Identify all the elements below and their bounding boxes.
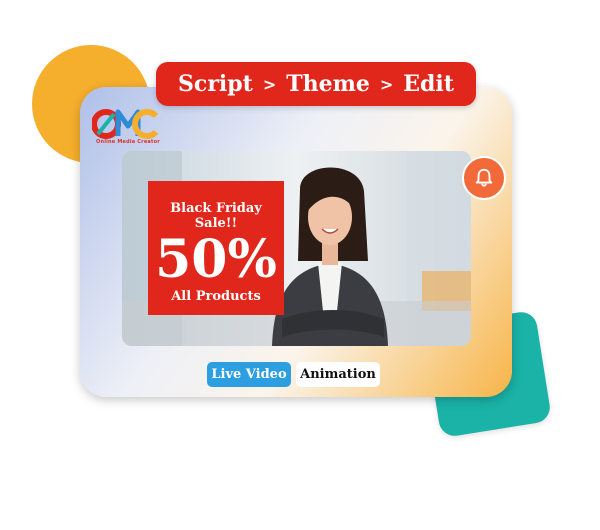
notification-button[interactable] <box>462 156 506 200</box>
promo-headline: Black Friday Sale!! <box>170 201 262 231</box>
logo-subtitle: Online Media Creator <box>96 139 160 145</box>
breadcrumb-item-edit[interactable]: Edit <box>403 71 454 97</box>
breadcrumb-item-theme[interactable]: Theme <box>286 71 370 97</box>
breadcrumb-item-script[interactable]: Script <box>178 71 253 97</box>
tab-animation[interactable]: Animation <box>296 362 380 387</box>
promo-editor-stage: Script > Theme > Edit Online Media Creat… <box>0 0 600 530</box>
breadcrumb: Script > Theme > Edit <box>156 62 476 106</box>
bell-icon <box>475 168 493 187</box>
promo-subline: All Products <box>171 289 261 304</box>
promo-banner: Black Friday Sale!! 50% All Products <box>148 181 284 315</box>
tab-live-video[interactable]: Live Video <box>207 362 291 387</box>
breadcrumb-separator: > <box>379 74 394 94</box>
omc-logo <box>92 109 158 139</box>
promo-discount: 50% <box>155 229 277 290</box>
breadcrumb-separator: > <box>262 74 277 94</box>
